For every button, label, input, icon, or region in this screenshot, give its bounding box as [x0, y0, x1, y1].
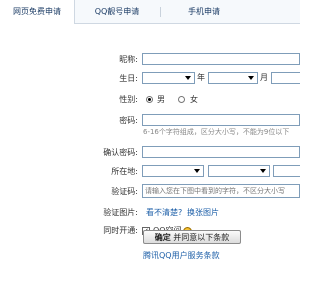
- location-city-select[interactable]: [273, 165, 300, 177]
- month-unit: 月: [260, 73, 268, 82]
- tab-divider: [160, 7, 161, 17]
- nickname-label: 昵称:: [119, 55, 138, 64]
- terms-link[interactable]: 腾讯QQ用户服务条款: [143, 250, 220, 262]
- captcha-input[interactable]: [142, 184, 300, 198]
- location-label: 所在地:: [111, 167, 138, 176]
- confirm-password-label: 确认密码:: [103, 148, 138, 157]
- submit-button[interactable]: 确定 并同意以下条款: [143, 230, 241, 244]
- chevron-down-icon: [248, 76, 254, 80]
- chevron-down-icon: [185, 76, 191, 80]
- submit-agree-text: 并同意以下条款: [173, 233, 230, 242]
- birth-day-select[interactable]: [271, 72, 300, 84]
- password-hint: 6-16个字符组成，区分大小写，不能为9位以下: [143, 128, 290, 136]
- captcha-image-label: 验证图片:: [103, 208, 138, 217]
- captcha-label: 验证码:: [111, 187, 138, 196]
- captcha-change-link[interactable]: 换张图片: [187, 207, 219, 219]
- chevron-down-icon: [194, 169, 200, 173]
- gender-female-label: 女: [190, 95, 198, 104]
- location-province-select[interactable]: [208, 165, 270, 177]
- confirm-password-input[interactable]: [142, 146, 300, 158]
- gender-male-label: 男: [157, 95, 165, 104]
- gender-female-radio[interactable]: [178, 96, 185, 103]
- gender-label: 性别:: [119, 95, 138, 104]
- gender-male-radio[interactable]: [146, 96, 153, 103]
- tab-bar: 网页免费申请 QQ靓号申请 手机申请: [0, 0, 300, 24]
- year-unit: 年: [197, 73, 205, 82]
- birth-month-select[interactable]: [208, 72, 258, 84]
- activate-label: 同时开通:: [103, 226, 138, 235]
- password-input[interactable]: [142, 114, 300, 126]
- chevron-down-icon: [260, 169, 266, 173]
- password-label: 密码:: [119, 116, 138, 125]
- location-country-select[interactable]: [142, 165, 204, 177]
- birthday-label: 生日:: [119, 74, 138, 83]
- tab-web-free[interactable]: 网页免费申请: [0, 0, 75, 24]
- submit-confirm-text: 确定: [154, 233, 171, 242]
- nickname-input[interactable]: [142, 53, 300, 65]
- captcha-unclear-link[interactable]: 看不清楚?: [146, 207, 182, 219]
- birth-year-select[interactable]: [142, 72, 195, 84]
- tab-qq-premium[interactable]: QQ靓号申请: [84, 0, 150, 23]
- tab-mobile[interactable]: 手机申请: [174, 0, 234, 23]
